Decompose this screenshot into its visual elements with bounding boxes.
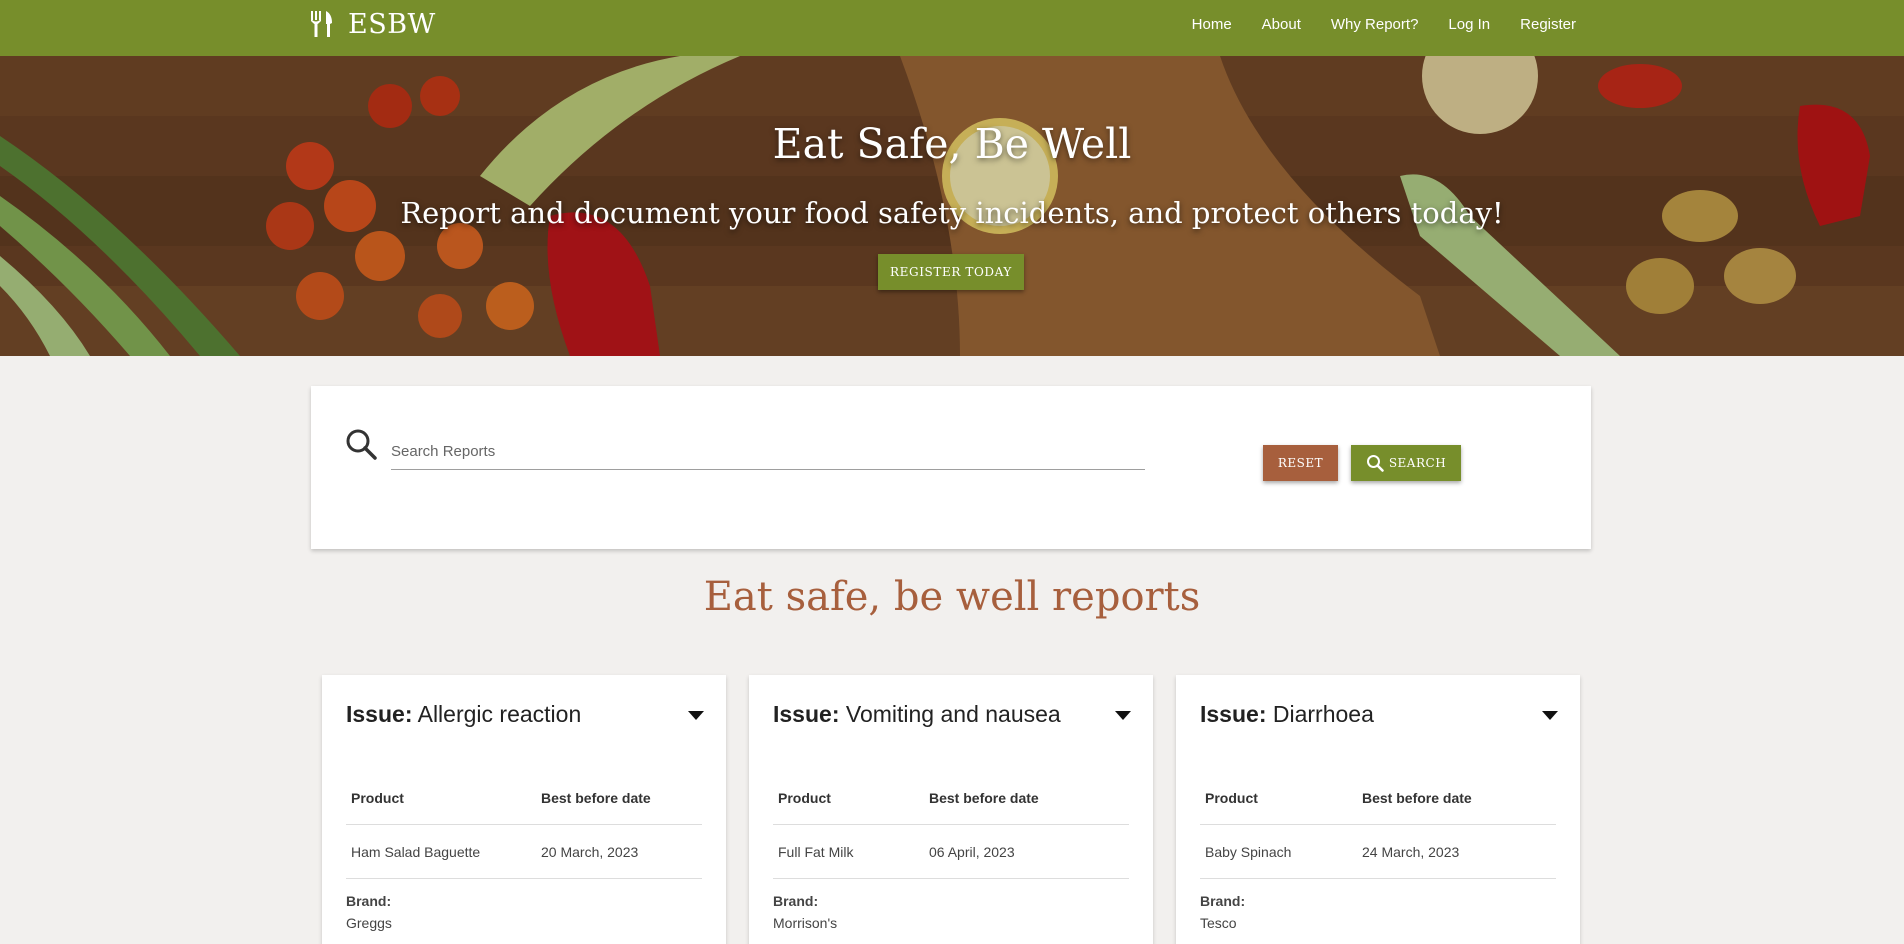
nav-link-register[interactable]: Register [1520, 16, 1576, 33]
hero-content: Eat Safe, Be Well Report and document yo… [0, 56, 1904, 356]
issue-value: Allergic reaction [417, 701, 582, 727]
issue-label: Issue: [773, 701, 840, 727]
report-table: Product Best before date Full Fat Milk 0… [773, 771, 1129, 879]
brand-label: Brand: [1200, 893, 1246, 909]
hero-title: Eat Safe, Be Well [772, 120, 1132, 168]
table-header-row: Product Best before date [773, 771, 1129, 825]
brand-value: Morrison's [773, 915, 838, 931]
brand-name: ESBW [348, 8, 436, 40]
brand-value: Greggs [346, 915, 392, 931]
search-button-label: SEARCH [1388, 456, 1447, 470]
brand-logo[interactable]: ESBW [310, 0, 436, 48]
issue-value: Diarrhoea [1272, 701, 1374, 727]
table-row: Ham Salad Baguette 20 March, 2023 [346, 825, 702, 879]
table-header-row: Product Best before date [346, 771, 702, 825]
search-card: RESET SEARCH [311, 386, 1591, 549]
search-icon [1366, 455, 1384, 472]
product-value: Full Fat Milk [778, 843, 854, 860]
report-card: Issue: Diarrhoea Product Best before dat… [1176, 675, 1580, 944]
hero-subtitle: Report and document your food safety inc… [400, 196, 1504, 230]
best-before-header: Best before date [1362, 789, 1472, 806]
issue-label: Issue: [346, 701, 413, 727]
brand-label: Brand: [773, 893, 819, 909]
product-header: Product [778, 789, 831, 806]
table-row: Full Fat Milk 06 April, 2023 [773, 825, 1129, 879]
caret-down-icon[interactable] [1115, 711, 1131, 720]
report-issue: Issue: Vomiting and nausea [773, 701, 1061, 728]
report-card: Issue: Vomiting and nausea Product Best … [749, 675, 1153, 944]
report-issue: Issue: Diarrhoea [1200, 701, 1374, 728]
issue-value: Vomiting and nausea [845, 701, 1061, 727]
nav-link-why-report[interactable]: Why Report? [1331, 16, 1419, 33]
nav-links: Home About Why Report? Log In Register [1162, 0, 1576, 48]
report-table: Product Best before date Ham Salad Bague… [346, 771, 702, 879]
best-before-value: 06 April, 2023 [929, 843, 1015, 860]
brand-label: Brand: [346, 893, 392, 909]
search-input[interactable] [391, 434, 1145, 470]
navbar: ESBW Home About Why Report? Log In Regis… [0, 0, 1904, 56]
best-before-header: Best before date [929, 789, 1039, 806]
fork-knife-icon [311, 11, 332, 37]
product-value: Baby Spinach [1205, 843, 1292, 860]
brand-value: Tesco [1200, 915, 1237, 931]
nav-link-about[interactable]: About [1262, 16, 1301, 33]
table-header-row: Product Best before date [1200, 771, 1556, 825]
reports-section-title: Eat safe, be well reports [703, 574, 1201, 620]
nav-link-log-in[interactable]: Log In [1448, 16, 1490, 33]
report-card: Issue: Allergic reaction Product Best be… [322, 675, 726, 944]
product-value: Ham Salad Baguette [351, 843, 481, 860]
register-today-button[interactable]: REGISTER TODAY [878, 254, 1024, 290]
search-button[interactable]: SEARCH [1351, 445, 1461, 481]
caret-down-icon[interactable] [1542, 711, 1558, 720]
issue-label: Issue: [1200, 701, 1267, 727]
caret-down-icon[interactable] [688, 711, 704, 720]
hero-banner: Eat Safe, Be Well Report and document yo… [0, 56, 1904, 356]
product-header: Product [1205, 789, 1258, 806]
best-before-header: Best before date [541, 789, 651, 806]
search-icon [346, 429, 377, 460]
table-row: Baby Spinach 24 March, 2023 [1200, 825, 1556, 879]
reset-button[interactable]: RESET [1263, 445, 1338, 481]
report-table: Product Best before date Baby Spinach 24… [1200, 771, 1556, 879]
report-issue: Issue: Allergic reaction [346, 701, 581, 728]
nav-link-home[interactable]: Home [1192, 16, 1232, 33]
product-header: Product [351, 789, 404, 806]
best-before-value: 20 March, 2023 [541, 843, 639, 860]
best-before-value: 24 March, 2023 [1362, 843, 1460, 860]
